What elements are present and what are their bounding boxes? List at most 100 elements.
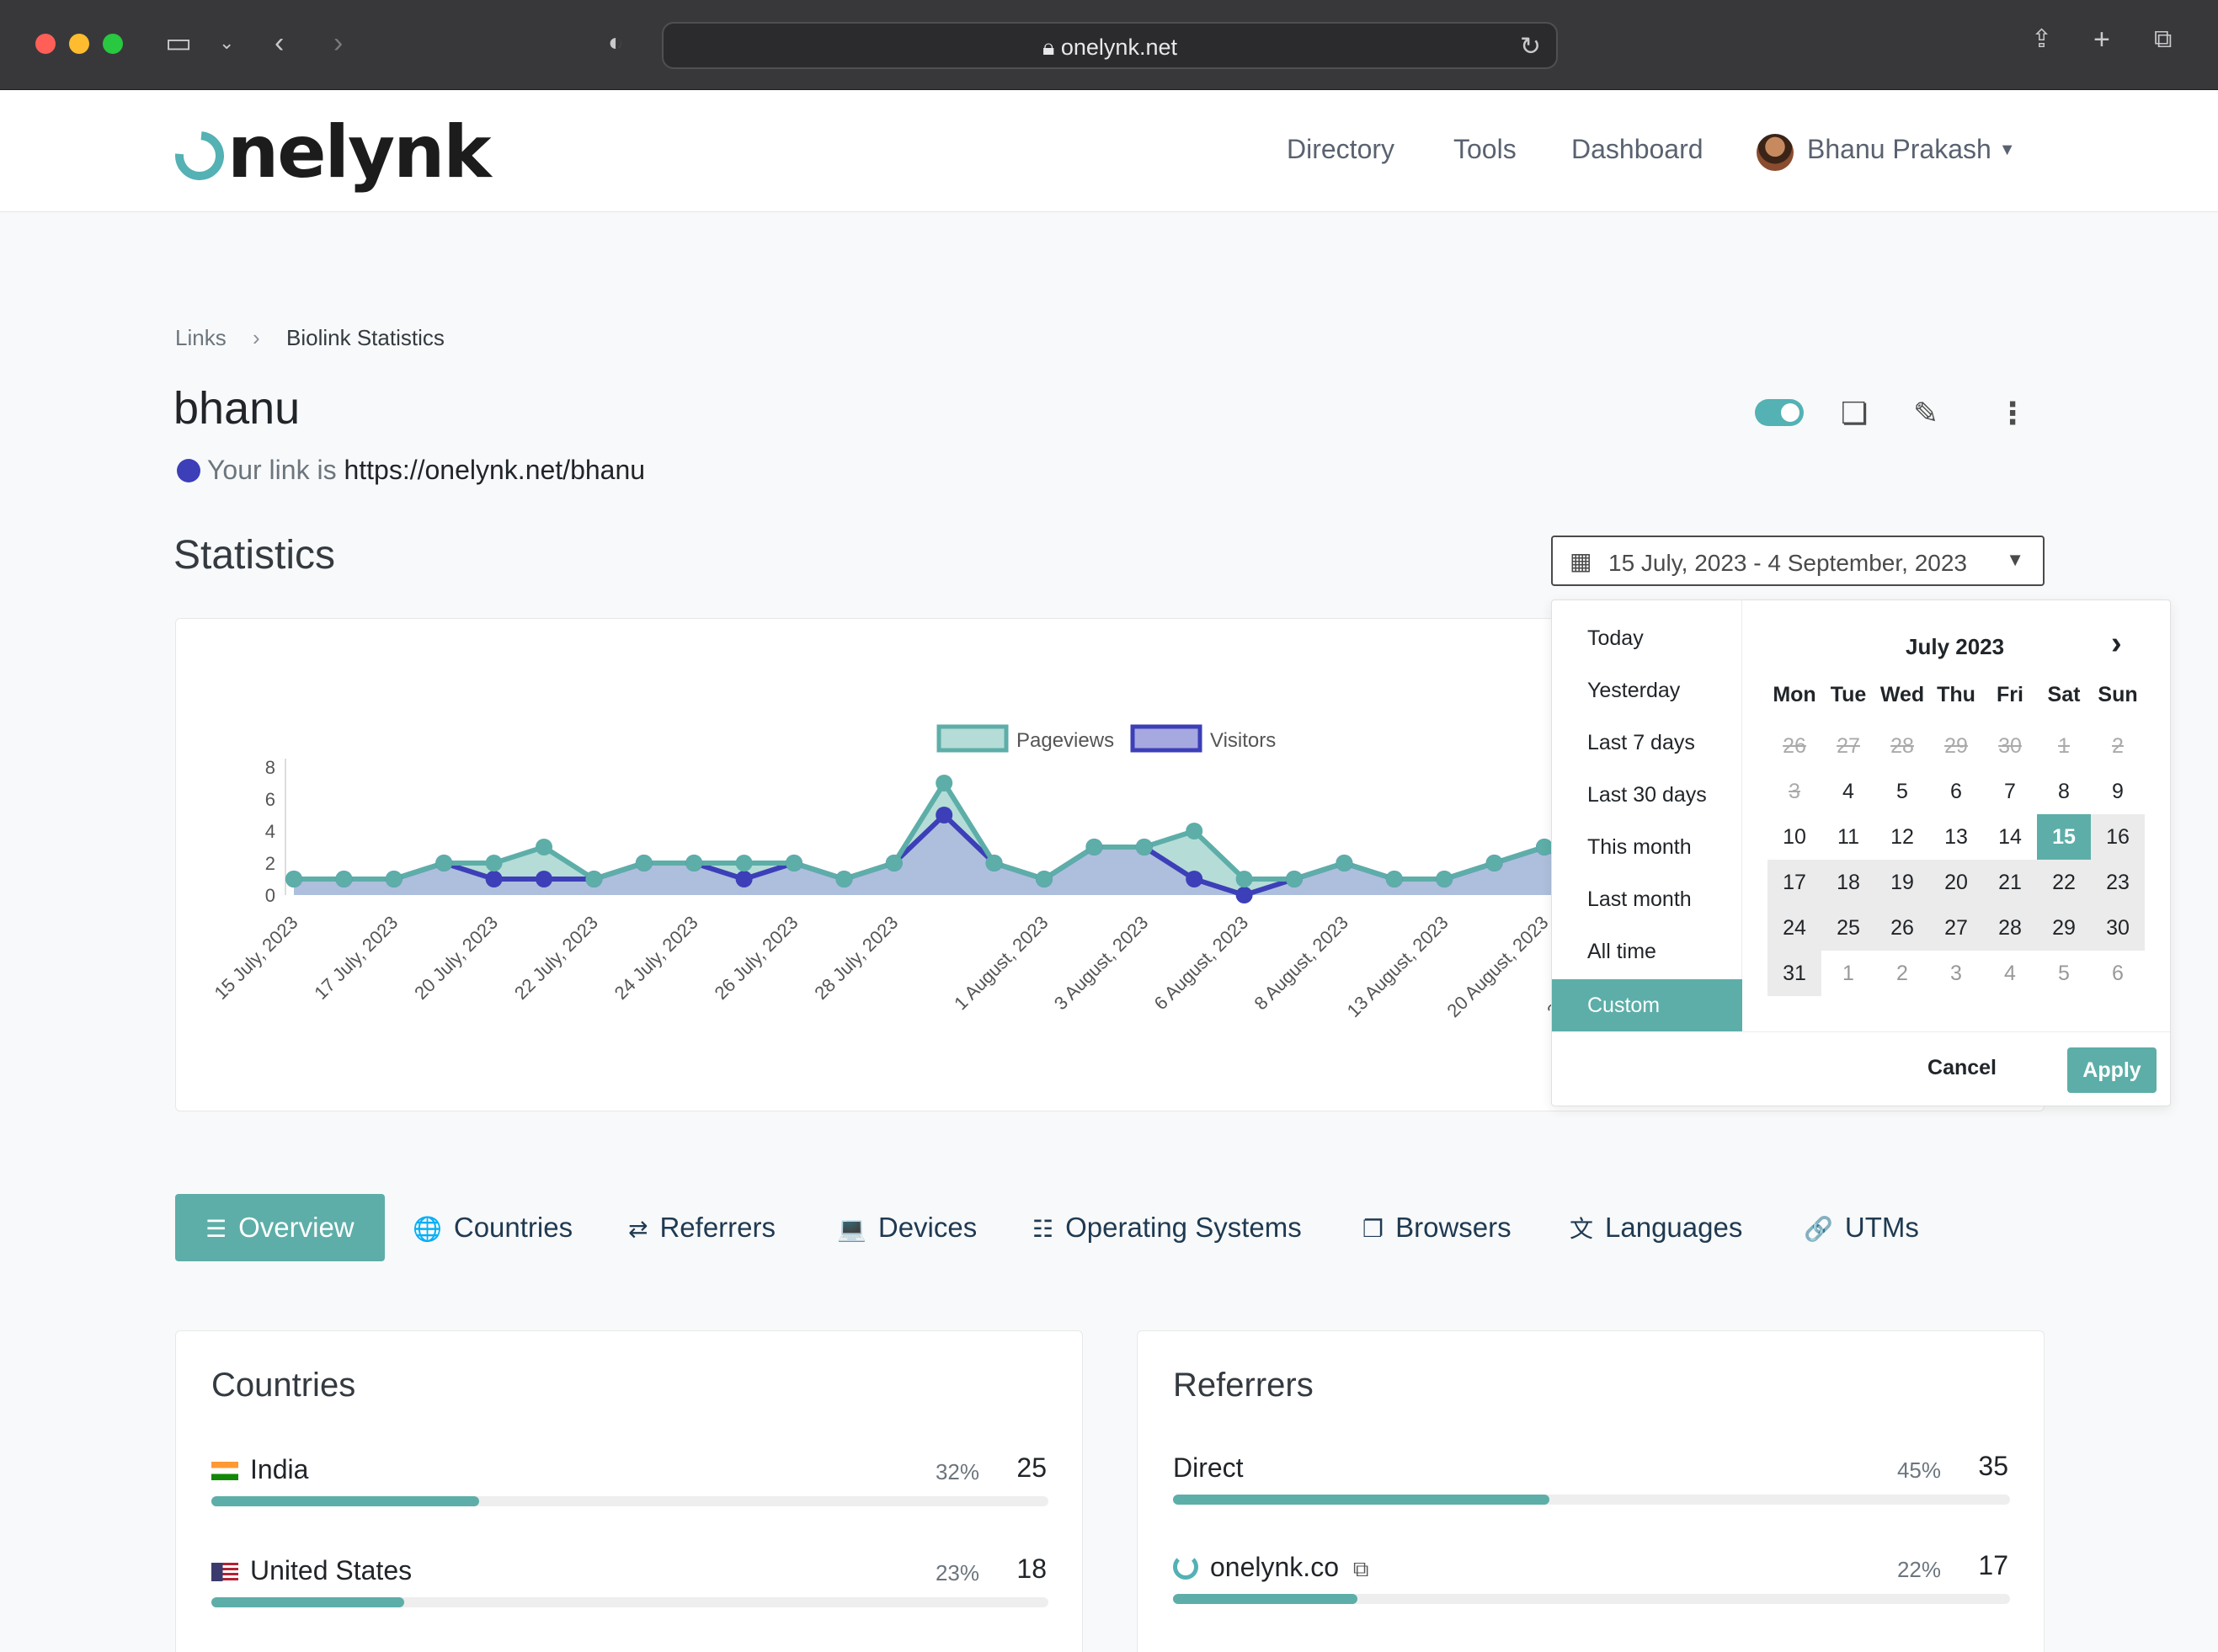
calendar-day[interactable]: 4 — [1983, 951, 2037, 996]
cancel-button[interactable]: Cancel — [1927, 1056, 1997, 1080]
apply-button[interactable]: Apply — [2067, 1047, 2157, 1093]
tab-label: Browsers — [1395, 1212, 1512, 1243]
calendar-day[interactable]: 11 — [1821, 814, 1875, 860]
calendar-day[interactable]: 4 — [1821, 769, 1875, 814]
calendar-day[interactable]: 7 — [1983, 769, 2037, 814]
tab-countries[interactable]: 🌐 Countries — [413, 1194, 573, 1261]
preset-range-item[interactable]: Last 30 days — [1552, 769, 1741, 821]
calendar-day[interactable]: 5 — [1875, 769, 1929, 814]
nav-tools[interactable]: Tools — [1453, 134, 1517, 165]
calendar-day[interactable]: 16 — [2091, 814, 2145, 860]
shuffle-icon: ⇄ — [628, 1216, 648, 1242]
link-url[interactable]: https://onelynk.net/bhanu — [344, 455, 645, 485]
preset-range-item[interactable]: Last month — [1552, 873, 1741, 925]
calendar-day[interactable]: 18 — [1821, 860, 1875, 905]
tab-utms[interactable]: 🔗 UTMs — [1804, 1194, 1919, 1261]
calendar-day[interactable]: 26 — [1875, 905, 1929, 951]
calendar-day[interactable]: 8 — [2037, 769, 2091, 814]
breadcrumb-links[interactable]: Links — [175, 325, 227, 351]
calendar-day[interactable]: 24 — [1767, 905, 1821, 951]
calendar-day[interactable]: 29 — [2037, 905, 2091, 951]
calendar-day[interactable]: 13 — [1929, 814, 1983, 860]
minimize-window-button[interactable] — [69, 34, 89, 54]
data-point-pageviews — [335, 871, 353, 887]
next-month-icon[interactable]: › — [2111, 626, 2122, 662]
tab-overview-icon[interactable]: ⧉ — [2154, 27, 2172, 52]
calendar-day[interactable]: 12 — [1875, 814, 1929, 860]
address-bar[interactable]: 🔒︎ onelynk.net ↻ — [662, 22, 1558, 69]
preset-range-item[interactable]: Last 7 days — [1552, 717, 1741, 769]
tab-browsers[interactable]: ❐ Browsers — [1362, 1194, 1512, 1261]
legend-label-visitors: Visitors — [1210, 729, 1276, 752]
data-point-pageviews — [985, 855, 1003, 871]
reload-icon[interactable]: ↻ — [1520, 32, 1541, 61]
avatar[interactable] — [1757, 134, 1794, 171]
calendar-day[interactable]: 17 — [1767, 860, 1821, 905]
calendar-day[interactable]: 27 — [1929, 905, 1983, 951]
chevron-down-icon[interactable]: ⌄ — [219, 34, 234, 52]
calendar-day[interactable]: 25 — [1821, 905, 1875, 951]
forward-icon[interactable]: › — [333, 29, 343, 57]
maximize-window-button[interactable] — [103, 34, 123, 54]
calendar-day[interactable]: 19 — [1875, 860, 1929, 905]
nav-dashboard[interactable]: Dashboard — [1571, 134, 1703, 165]
share-icon[interactable]: ⇪ — [2031, 27, 2052, 52]
edit-pencil-icon[interactable]: ✎ — [1913, 396, 1938, 431]
data-point-visitors — [1186, 871, 1203, 887]
tab-label: Operating Systems — [1065, 1212, 1302, 1243]
calendar-day[interactable]: 22 — [2037, 860, 2091, 905]
logo[interactable]: nelynk — [165, 110, 492, 195]
data-point-pageviews — [485, 855, 503, 871]
tab-overview[interactable]: ☰ Overview — [175, 1194, 385, 1261]
link-enabled-toggle[interactable] — [1755, 399, 1804, 426]
preset-range-item[interactable]: All time — [1552, 925, 1741, 978]
calendar-day[interactable]: 6 — [1929, 769, 1983, 814]
tab-label: Referrers — [659, 1212, 776, 1243]
calendar-day[interactable]: 10 — [1767, 814, 1821, 860]
calendar-day[interactable]: 21 — [1983, 860, 2037, 905]
calendar-day[interactable]: 28 — [1983, 905, 2037, 951]
nav-directory[interactable]: Directory — [1287, 134, 1394, 165]
data-point-pageviews — [835, 871, 853, 887]
country-row-label: India — [211, 1454, 308, 1485]
calendar-day[interactable]: 20 — [1929, 860, 1983, 905]
preset-range-item[interactable]: This month — [1552, 821, 1741, 873]
onelynk-favicon-icon — [1173, 1554, 1198, 1580]
calendar-day[interactable]: 23 — [2091, 860, 2145, 905]
referrer-row-value: 17 — [1978, 1550, 2008, 1580]
y-tick-label: 2 — [265, 853, 275, 874]
calendar-day[interactable]: 3 — [1929, 951, 1983, 996]
copy-icon[interactable]: ❏ — [1841, 396, 1868, 431]
referrer-row-percent: 22% — [1896, 1557, 1941, 1582]
preset-range-item[interactable]: Today — [1552, 612, 1741, 664]
preset-range-item[interactable]: Custom — [1552, 979, 1742, 1031]
tab-operating-systems[interactable]: ☷ Operating Systems — [1032, 1194, 1302, 1261]
tab-languages[interactable]: 文 Languages — [1570, 1194, 1742, 1261]
sidebar-toggle-icon[interactable]: ▭ — [165, 29, 192, 57]
calendar-day[interactable]: 6 — [2091, 951, 2145, 996]
data-point-pageviews — [635, 855, 653, 871]
calendar-day[interactable]: 15 — [2037, 814, 2091, 860]
calendar-day[interactable]: 1 — [1821, 951, 1875, 996]
calendar-day[interactable]: 5 — [2037, 951, 2091, 996]
privacy-shield-icon[interactable]: ◐ — [608, 30, 623, 56]
calendar-grid: Mon Tue Wed Thu Fri Sat Sun 26 27 28 29 30 1 2 3 4 5 6 7 8 9… — [1767, 678, 2145, 996]
weekday-header: Wed — [1879, 683, 1925, 706]
back-icon[interactable]: ‹ — [275, 29, 284, 57]
calendar-day[interactable]: 9 — [2091, 769, 2145, 814]
calendar-month-title: July 2023 — [1906, 634, 2005, 659]
external-link-icon[interactable]: ⧉ — [1353, 1556, 1369, 1581]
calendar-day[interactable]: 31 — [1767, 951, 1821, 996]
more-options-icon[interactable]: ⋮ — [1997, 396, 2028, 431]
calendar-day[interactable]: 14 — [1983, 814, 2037, 860]
date-range-button[interactable]: ▦ 15 July, 2023 - 4 September, 2023 ▼ — [1551, 536, 2045, 586]
calendar-day[interactable]: 2 — [1875, 951, 1929, 996]
preset-range-item[interactable]: Yesterday — [1552, 664, 1741, 717]
tab-referrers[interactable]: ⇄ Referrers — [628, 1194, 776, 1261]
tab-devices[interactable]: 💻 Devices — [837, 1194, 977, 1261]
new-tab-icon[interactable]: + — [2093, 25, 2110, 54]
calendar-day[interactable]: 30 — [2091, 905, 2145, 951]
user-menu[interactable]: Bhanu Prakash ▼ — [1807, 134, 2016, 165]
close-window-button[interactable] — [35, 34, 56, 54]
data-point-pageviews — [1286, 871, 1303, 887]
